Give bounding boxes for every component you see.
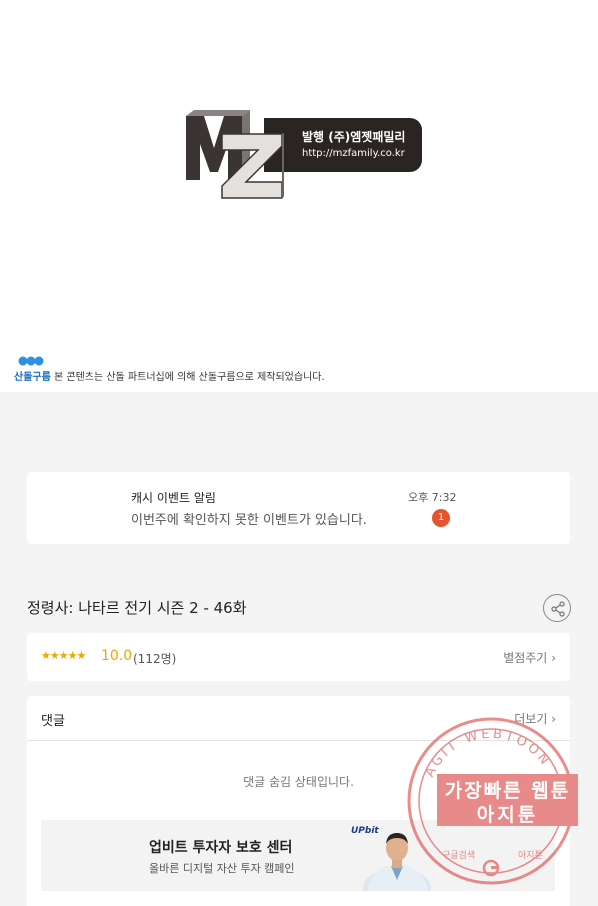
publisher-url: http://mzfamily.co.kr [302,148,405,159]
chevron-right-icon: › [551,651,556,665]
rating-score: 10.0 [101,648,133,664]
watermark-bottom-left: 구글검색 [442,849,475,861]
event-time: 오후 7:32 [408,491,457,504]
cloud-icon [18,356,44,366]
sandol-brand: 산돌구름 [14,372,51,383]
mz-logo-icon [186,110,284,199]
font-credit-notice: 산돌구름 본 콘텐츠는 산돌 파트너십에 의해 산돌구름으로 제작되었습니다. [14,356,414,384]
sandol-text: 본 콘텐츠는 산돌 파트너십에 의해 산돌구름으로 제작되었습니다. [50,372,325,383]
rate-label: 별점주기 [503,651,548,665]
notification-badge: 1 [432,509,450,527]
event-message: 이번주에 확인하지 못한 이벤트가 있습니다. [131,513,367,528]
episode-title: 정령사: 나타르 전기 시즌 2 - 46화 [27,599,247,617]
rate-button[interactable]: 별점주기 › [503,649,556,666]
publisher-logo: 발행 (주)엠젯패밀리 http://mzfamily.co.kr [184,108,424,200]
rating-bar: ★★★★★ 10.0 (112명) 별점주기 › [27,633,570,681]
watermark-line2: 아지툰 [476,804,539,826]
ad-title: 업비트 투자자 보호 센터 [149,840,293,856]
watermark-line1: 가장빠른 웹툰 [444,780,571,802]
ad-subtitle: 올바른 디지털 자산 투자 캠페인 [149,862,295,875]
share-button[interactable] [543,594,571,622]
comments-title: 댓글 [41,714,65,729]
cash-event-notification[interactable]: 캐시 이벤트 알림 오후 7:32 이번주에 확인하지 못한 이벤트가 있습니다… [27,472,570,544]
star-rating-icon: ★★★★★ [41,649,86,662]
event-title: 캐시 이벤트 알림 [131,491,216,505]
watermark-text-box: 가장빠른 웹툰 아지툰 [437,774,578,826]
font-credit-text: 산돌구름 본 콘텐츠는 산돌 파트너십에 의해 산돌구름으로 제작되었습니다. [14,368,325,383]
watermark-bottom-right: 아지툰 [518,850,543,861]
share-icon [551,601,565,617]
publisher-banner [264,118,422,172]
rating-count: (112명) [133,652,177,666]
publisher-name: 발행 (주)엠젯패밀리 [302,130,406,144]
